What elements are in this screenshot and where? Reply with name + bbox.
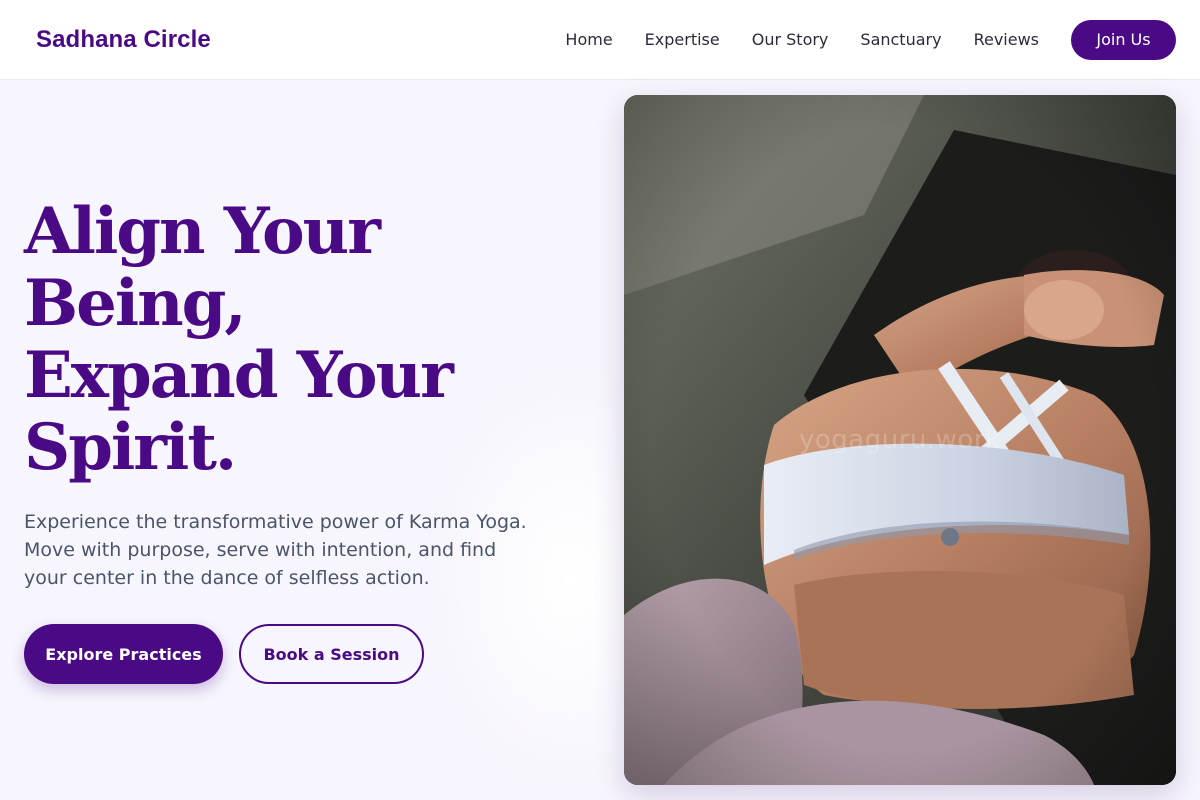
- nav-our-story-link[interactable]: Our Story: [752, 30, 829, 49]
- main-nav: Home Expertise Our Story Sanctuary Revie…: [565, 19, 1176, 60]
- headline-line-4: Spirit.: [24, 410, 237, 485]
- nav-home-link[interactable]: Home: [565, 30, 612, 49]
- nav-sanctuary-link[interactable]: Sanctuary: [860, 30, 941, 49]
- headline-line-3: Expand Your: [24, 338, 454, 413]
- hero-subtext: Experience the transformative power of K…: [24, 511, 527, 589]
- headline-line-2: Being,: [24, 266, 247, 341]
- join-us-button[interactable]: Join Us: [1071, 19, 1176, 60]
- image-watermark: yogaguru.work: [799, 425, 1001, 455]
- site-header: Sadhana Circle Home Expertise Our Story …: [0, 0, 1200, 80]
- explore-practices-button[interactable]: Explore Practices: [24, 624, 223, 684]
- nav-reviews-link[interactable]: Reviews: [974, 30, 1039, 49]
- brand-logo-text[interactable]: Sadhana Circle: [36, 26, 211, 54]
- hero-yoga-photo: yogaguru.work: [624, 95, 1176, 785]
- headline-line-1: Align Your: [24, 194, 381, 269]
- hero-headline: Align Your Being, Expand Your Spirit.: [24, 196, 584, 484]
- book-session-button[interactable]: Book a Session: [239, 624, 424, 684]
- nav-expertise-link[interactable]: Expertise: [645, 30, 720, 49]
